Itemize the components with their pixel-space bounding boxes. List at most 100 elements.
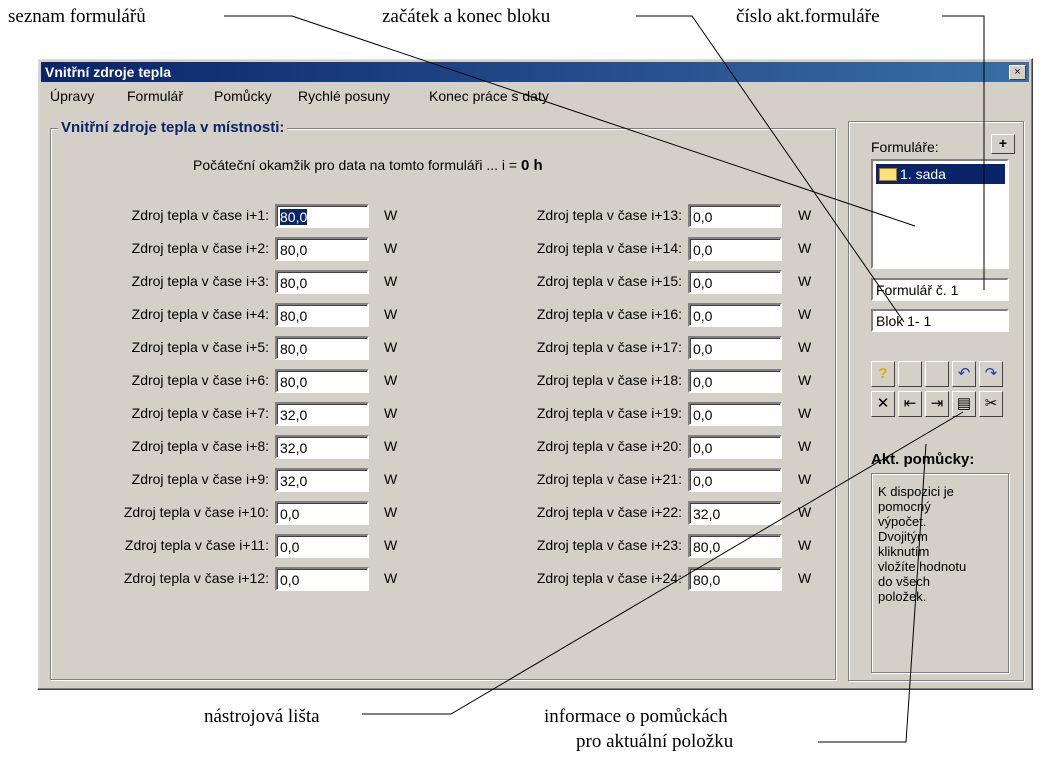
- value-input-text: 32,0: [693, 506, 721, 522]
- close-button[interactable]: ×: [1009, 65, 1026, 80]
- value-label: Zdroj tepla v čase i+2:: [131, 240, 269, 256]
- unit-label: W: [384, 306, 398, 322]
- value-input-text: 0,0: [280, 572, 300, 588]
- value-label: Zdroj tepla v čase i+11:: [124, 537, 269, 553]
- help-icon: ?: [878, 365, 888, 382]
- unit-label: W: [798, 504, 812, 520]
- value-input[interactable]: 0,0: [688, 369, 782, 393]
- value-input[interactable]: 0,0: [688, 237, 782, 261]
- value-input-text: 32,0: [280, 407, 308, 423]
- empty-button[interactable]: [898, 361, 922, 387]
- value-input[interactable]: 32,0: [275, 468, 369, 492]
- value-label: Zdroj tepla v čase i+13:: [536, 207, 682, 223]
- value-input-text: 0,0: [693, 440, 713, 456]
- value-input-text: 80,0: [280, 242, 308, 258]
- value-input-text: 80,0: [693, 572, 721, 588]
- value-label: Zdroj tepla v čase i+12:: [123, 570, 269, 586]
- value-label: Zdroj tepla v čase i+23:: [536, 537, 682, 553]
- value-input-text: 80,0: [693, 539, 721, 555]
- unit-label: W: [798, 438, 812, 454]
- help-text-line: vložíte hodnotu: [878, 559, 967, 574]
- value-input[interactable]: 32,0: [275, 435, 369, 459]
- help-text-line: do všech: [878, 574, 931, 589]
- value-input-text: 0,0: [693, 407, 713, 423]
- empty-button[interactable]: [925, 361, 949, 387]
- value-input-text: 0,0: [693, 275, 713, 291]
- value-input-text: 0,0: [693, 242, 713, 258]
- jump-start-button[interactable]: ⇤: [898, 391, 922, 417]
- value-input-text: 0,0: [280, 506, 300, 522]
- undo-button[interactable]: ↶: [952, 361, 976, 387]
- value-input[interactable]: 0,0: [688, 468, 782, 492]
- value-input[interactable]: 0,0: [688, 402, 782, 426]
- paste-button[interactable]: ▤: [952, 391, 976, 417]
- value-label: Zdroj tepla v čase i+10:: [123, 504, 269, 520]
- value-input[interactable]: 80,0: [688, 534, 782, 558]
- unit-label: W: [798, 207, 812, 223]
- window-title: Vnitřní zdroje tepla: [45, 64, 172, 80]
- value-input-text: 80,0: [280, 209, 308, 225]
- unit-label: W: [384, 504, 398, 520]
- help-box: K dispozici je pomocný výpočet. Dvojitým kli…: [871, 473, 1009, 673]
- value-input[interactable]: 80,0: [275, 369, 369, 393]
- value-label: Zdroj tepla v čase i+18:: [536, 372, 682, 388]
- value-label: Zdroj tepla v čase i+9:: [131, 471, 269, 487]
- value-input-text: 0,0: [693, 209, 713, 225]
- unit-label: W: [798, 537, 812, 553]
- value-input[interactable]: 0,0: [688, 435, 782, 459]
- help-button[interactable]: ?: [871, 361, 895, 387]
- unit-label: W: [384, 339, 398, 355]
- value-label: Zdroj tepla v čase i+15:: [536, 273, 682, 289]
- unit-label: W: [384, 405, 398, 421]
- help-title: Akt. pomůcky:: [871, 451, 975, 468]
- redo-button[interactable]: ↷: [979, 361, 1003, 387]
- unit-label: W: [384, 471, 398, 487]
- forms-item-label: 1. sada: [900, 166, 946, 182]
- value-input[interactable]: 32,0: [688, 501, 782, 525]
- folder-icon: [879, 167, 897, 181]
- value-label: Zdroj tepla v čase i+21:: [536, 471, 682, 487]
- value-input[interactable]: 0,0: [275, 567, 369, 591]
- menu-item-konec-prace[interactable]: Konec práce s daty: [429, 88, 549, 104]
- value-input[interactable]: 32,0: [275, 402, 369, 426]
- menu-item-formular[interactable]: Formulář: [127, 88, 183, 104]
- help-text-line: K dispozici je: [878, 484, 954, 499]
- title-bar[interactable]: Vnitřní zdroje tepla ×: [41, 62, 1029, 82]
- dialog-window: Vnitřní zdroje tepla × Úpravy Formulář P…: [37, 58, 1033, 690]
- callout-block-range: začátek a konec bloku: [382, 6, 551, 27]
- unit-label: W: [384, 570, 398, 586]
- jump-end-button[interactable]: ⇥: [925, 391, 949, 417]
- forms-label: Formuláře:: [871, 139, 939, 155]
- value-input[interactable]: 0,0: [688, 270, 782, 294]
- value-input[interactable]: 0,0: [275, 501, 369, 525]
- value-input[interactable]: 80,0: [275, 204, 369, 228]
- value-input[interactable]: 80,0: [688, 567, 782, 591]
- value-label: Zdroj tepla v čase i+3:: [131, 273, 269, 289]
- forms-list-item[interactable]: 1. sada: [876, 164, 1005, 184]
- menu-item-upravy[interactable]: Úpravy: [50, 88, 94, 104]
- value-input[interactable]: 80,0: [275, 303, 369, 327]
- group-title: Vnitřní zdroje tepla v místnosti:: [58, 119, 288, 136]
- value-input[interactable]: 0,0: [688, 336, 782, 360]
- value-input-text: 0,0: [693, 473, 713, 489]
- callout-form-list: seznam formulářů: [8, 6, 146, 27]
- value-input[interactable]: 80,0: [275, 336, 369, 360]
- cut-icon: ✂: [984, 395, 998, 412]
- start-time-text: Počáteční okamžik pro data na tomto form…: [193, 157, 518, 173]
- value-input[interactable]: 80,0: [275, 237, 369, 261]
- unit-label: W: [384, 273, 398, 289]
- block-range-field: Blok 1- 1: [871, 309, 1009, 332]
- delete-button[interactable]: ✕: [871, 391, 895, 417]
- value-label: Zdroj tepla v čase i+20:: [536, 438, 682, 454]
- jump-end-icon: ⇥: [930, 395, 944, 412]
- value-input[interactable]: 0,0: [688, 303, 782, 327]
- unit-label: W: [384, 240, 398, 256]
- add-form-button[interactable]: +: [991, 134, 1015, 154]
- forms-list[interactable]: 1. sada: [871, 159, 1009, 269]
- value-input[interactable]: 80,0: [275, 270, 369, 294]
- menu-item-rychle-posuny[interactable]: Rychlé posuny: [298, 88, 390, 104]
- cut-button[interactable]: ✂: [979, 391, 1003, 417]
- value-input[interactable]: 0,0: [688, 204, 782, 228]
- value-input[interactable]: 0,0: [275, 534, 369, 558]
- menu-item-pomucky[interactable]: Pomůcky: [214, 88, 272, 104]
